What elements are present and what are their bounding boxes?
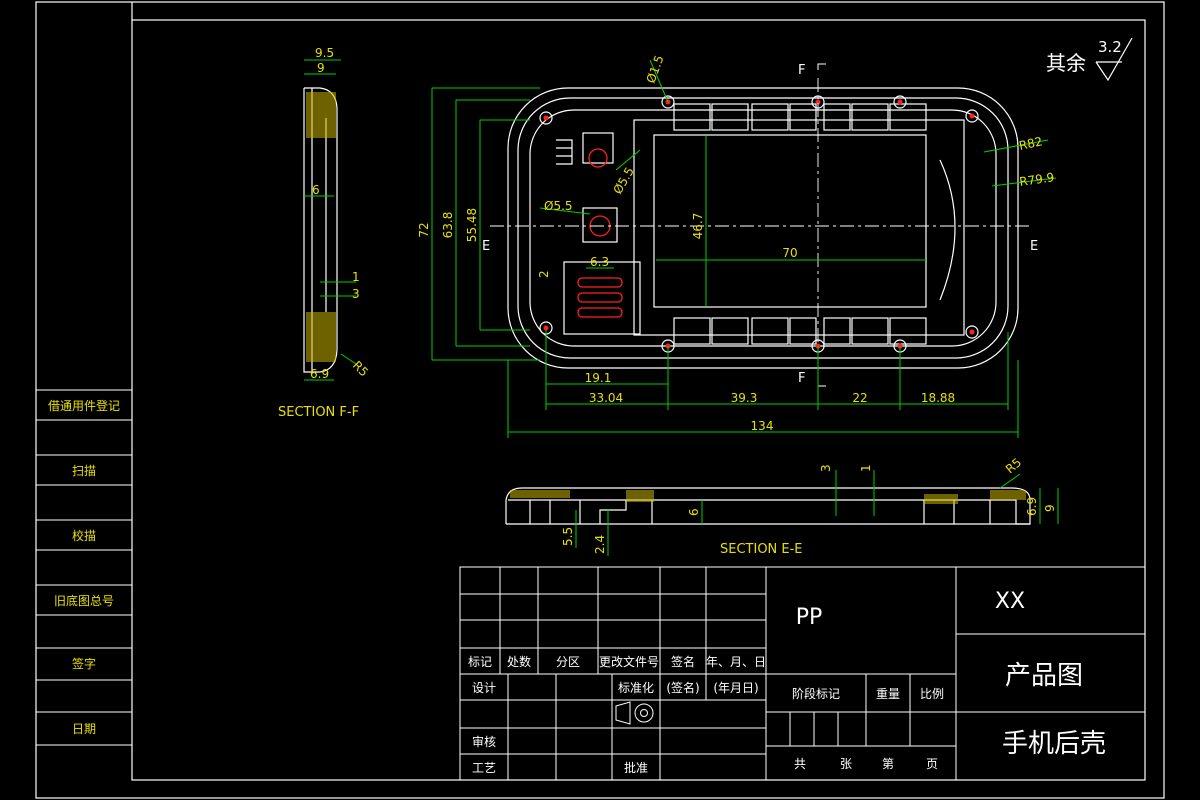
label-design: 设计 <box>472 681 496 695</box>
drawing-type-text: 产品图 <box>1005 661 1083 691</box>
header-sign: 签名 <box>671 654 695 669</box>
curve-edge <box>939 159 956 301</box>
section-ff-title: SECTION F-F <box>278 405 359 420</box>
dim-70: 70 <box>782 246 797 260</box>
ff-hatch-top <box>306 92 336 138</box>
main-view: F F E E 72 63.8 55.48 46.7 70 Ø1.5 Ø5.5 … <box>417 53 1057 438</box>
ff-dim-6: 6 <box>312 183 320 197</box>
label-num: 第 <box>882 757 894 771</box>
bottom-ribs <box>673 317 927 345</box>
section-ee-title: SECTION E-E <box>720 542 803 557</box>
label-stage-mark: 阶段标记 <box>792 686 840 701</box>
ff-dim-1: 1 <box>352 270 360 284</box>
dim-46-7: 46.7 <box>691 213 705 240</box>
label-sheets: 张 <box>840 757 852 771</box>
ff-dim-9: 9 <box>317 61 325 75</box>
cut-f-top: F <box>798 63 805 78</box>
slot-1 <box>577 277 623 288</box>
label-standardize: 标准化 <box>618 681 654 695</box>
dim-39-3: 39.3 <box>731 391 758 405</box>
cut-e-right: E <box>1030 239 1038 254</box>
label-sign-paren: (签名) <box>666 680 699 695</box>
title-block-text: PP XX 产品图 手机后壳 标记 处数 分区 更改文件号 签名 年、月、日 设… <box>468 589 1106 775</box>
ee-hatch-3 <box>924 494 958 504</box>
dim-72: 72 <box>417 222 431 237</box>
display-pocket <box>633 119 965 336</box>
roughness-value: 3.2 <box>1098 38 1122 56</box>
slot-3 <box>577 307 623 318</box>
section-ee-view: 3 1 6 5.5 2.4 R5 6.9 9 SECTION E-E <box>505 455 1059 557</box>
dim-d5-5-b: Ø5.5 <box>544 199 573 213</box>
part-name-text: 手机后壳 <box>1002 729 1106 759</box>
side-label-old-number: 旧底图总号 <box>54 593 114 608</box>
dim-55-48: 55.48 <box>465 208 479 242</box>
label-weight: 重量 <box>876 687 900 701</box>
ee-dim-6-9: 6.9 <box>1025 497 1039 516</box>
inner-outline <box>517 97 1009 359</box>
dim-18-88: 18.88 <box>921 391 955 405</box>
label-date-paren: (年月日) <box>713 681 758 695</box>
dim-d1-5: Ø1.5 <box>644 53 667 85</box>
company-text: XX <box>995 589 1025 614</box>
cut-f-bottom: F <box>798 371 805 386</box>
ee-dim-9: 9 <box>1043 504 1057 512</box>
header-zone: 分区 <box>556 655 580 669</box>
top-ribs <box>673 103 927 131</box>
dim-33-04: 33.04 <box>589 391 623 405</box>
dim-134: 134 <box>751 419 774 433</box>
section-ff-view: 9.5 9 6 1 3 6.9 R5 SECTION F-F <box>278 46 371 420</box>
vent-slots <box>556 139 573 165</box>
ee-dim-3: 3 <box>819 464 833 472</box>
hole-square-2 <box>582 207 618 243</box>
side-panel <box>36 389 132 746</box>
cad-drawing: 借通用件登记 扫描 校描 旧底图总号 签字 日期 其余 3.2 9.5 9 6 … <box>35 1 1165 799</box>
roughness-label: 其余 <box>1046 51 1086 75</box>
dim-63-8: 63.8 <box>441 212 455 239</box>
cut-e-left: E <box>482 239 490 254</box>
dim-d5-5-a: Ø5.5 <box>610 165 636 197</box>
roughness-symbol: 其余 3.2 <box>1046 37 1133 82</box>
hole-square-1 <box>582 132 614 164</box>
side-label-register: 借通用件登记 <box>48 398 120 413</box>
label-process: 工艺 <box>472 761 496 775</box>
side-label-date: 日期 <box>72 722 96 736</box>
hole-circle-1 <box>588 148 608 168</box>
label-total: 共 <box>794 757 806 771</box>
label-scale: 比例 <box>920 687 944 701</box>
ff-dim-r5: R5 <box>350 358 371 379</box>
dim-2: 2 <box>537 270 551 278</box>
header-count: 处数 <box>507 654 531 669</box>
dim-19-1: 19.1 <box>585 371 612 385</box>
label-page: 页 <box>926 757 938 771</box>
side-label-trace: 校描 <box>72 528 96 543</box>
ee-dim-1: 1 <box>859 464 873 472</box>
header-mark: 标记 <box>468 655 492 669</box>
side-label-signature: 签字 <box>72 656 96 671</box>
dim-6-3: 6.3 <box>590 255 609 269</box>
header-date: 年、月、日 <box>706 655 766 669</box>
ee-dim-5-5: 5.5 <box>561 527 575 546</box>
label-approve: 批准 <box>624 760 648 775</box>
ee-dim-r5: R5 <box>1003 455 1024 476</box>
red-markers <box>543 99 975 349</box>
ff-dim-6-9: 6.9 <box>310 367 329 381</box>
ee-hatch-2 <box>626 490 654 502</box>
dim-22: 22 <box>852 391 867 405</box>
dim-r79-9: R79.9 <box>1018 170 1055 189</box>
header-change-doc: 更改文件号 <box>599 654 659 669</box>
ee-dim-6: 6 <box>687 508 701 516</box>
ff-dim-9-5: 9.5 <box>315 46 334 60</box>
material-text: PP <box>796 605 823 630</box>
ff-dim-3: 3 <box>352 287 360 301</box>
ee-hatch-1 <box>510 490 570 498</box>
ff-hatch-bottom <box>306 312 336 362</box>
label-review: 审核 <box>472 734 496 749</box>
dim-r82: R82 <box>1018 134 1044 153</box>
ee-hatch-4 <box>990 490 1026 500</box>
ee-dim-2-4: 2.4 <box>593 535 607 554</box>
slot-2 <box>577 292 623 303</box>
battery-pocket <box>563 261 641 335</box>
side-label-scan: 扫描 <box>72 464 96 478</box>
